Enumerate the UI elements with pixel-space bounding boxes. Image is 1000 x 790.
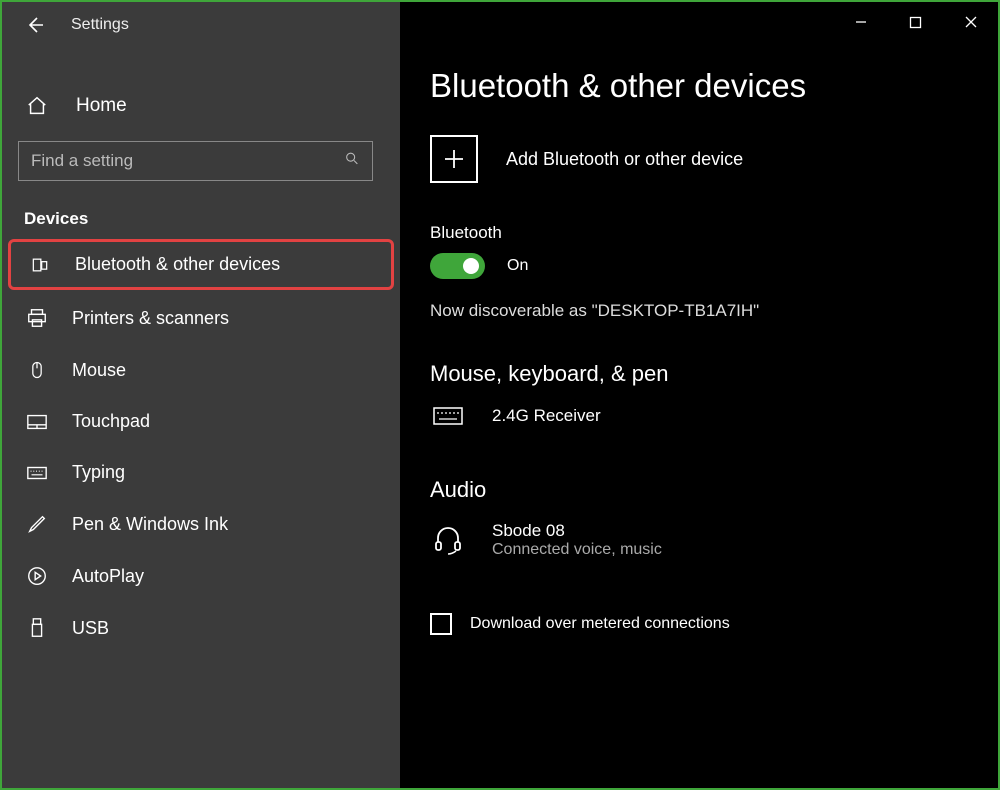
search-input-container — [18, 141, 373, 181]
checkbox-icon — [430, 613, 452, 635]
bluetooth-icon — [27, 255, 53, 275]
close-button[interactable] — [943, 2, 998, 42]
sidebar-item-usb[interactable]: USB — [2, 602, 400, 654]
device-sublabel: Connected voice, music — [492, 541, 662, 559]
plus-icon — [430, 135, 478, 183]
sidebar-item-label: AutoPlay — [72, 566, 144, 587]
maximize-icon — [909, 16, 922, 29]
home-label: Home — [76, 95, 127, 117]
group-audio: Audio — [430, 477, 998, 503]
bluetooth-state: On — [507, 257, 528, 275]
back-button[interactable] — [17, 7, 53, 43]
search-input[interactable] — [31, 142, 332, 180]
device-sbode[interactable]: Sbode 08 Connected voice, music — [430, 521, 998, 559]
metered-label: Download over metered connections — [470, 615, 730, 633]
metered-checkbox-row[interactable]: Download over metered connections — [430, 613, 998, 635]
minimize-icon — [854, 15, 868, 29]
sidebar-item-mouse[interactable]: Mouse — [2, 344, 400, 396]
titlebar-label: Settings — [71, 16, 129, 34]
keyboard-icon — [430, 405, 466, 427]
sidebar-item-label: Pen & Windows Ink — [72, 514, 228, 535]
bluetooth-label: Bluetooth — [430, 223, 998, 243]
keyboard-icon — [24, 465, 50, 481]
pen-icon — [24, 513, 50, 535]
printer-icon — [24, 307, 50, 329]
sidebar-item-label: Touchpad — [72, 411, 150, 432]
headset-icon — [430, 524, 466, 556]
section-label-devices: Devices — [24, 209, 400, 229]
maximize-button[interactable] — [888, 2, 943, 42]
sidebar-item-autoplay[interactable]: AutoPlay — [2, 550, 400, 602]
search-icon — [344, 151, 360, 172]
sidebar-item-touchpad[interactable]: Touchpad — [2, 396, 400, 447]
group-mouse-keyboard-pen: Mouse, keyboard, & pen — [430, 361, 998, 387]
add-device-label: Add Bluetooth or other device — [506, 149, 743, 170]
sidebar-item-label: Printers & scanners — [72, 308, 229, 329]
discoverable-text: Now discoverable as "DESKTOP-TB1A7IH" — [430, 301, 998, 321]
sidebar-item-label: USB — [72, 618, 109, 639]
close-icon — [964, 15, 978, 29]
page-title: Bluetooth & other devices — [430, 67, 998, 105]
bluetooth-toggle[interactable] — [430, 253, 485, 279]
mouse-icon — [24, 359, 50, 381]
home-link[interactable]: Home — [2, 83, 400, 129]
sidebar-item-label: Bluetooth & other devices — [75, 254, 280, 275]
device-receiver[interactable]: 2.4G Receiver — [430, 405, 998, 427]
touchpad-icon — [24, 413, 50, 431]
sidebar-item-bluetooth[interactable]: Bluetooth & other devices — [8, 239, 394, 290]
sidebar-item-pen[interactable]: Pen & Windows Ink — [2, 498, 400, 550]
sidebar-item-typing[interactable]: Typing — [2, 447, 400, 498]
device-label: Sbode 08 — [492, 521, 662, 541]
minimize-button[interactable] — [833, 2, 888, 42]
autoplay-icon — [24, 565, 50, 587]
sidebar-item-printers[interactable]: Printers & scanners — [2, 292, 400, 344]
home-icon — [24, 95, 50, 117]
usb-icon — [24, 617, 50, 639]
sidebar-item-label: Mouse — [72, 360, 126, 381]
sidebar-item-label: Typing — [72, 462, 125, 483]
device-label: 2.4G Receiver — [492, 406, 601, 426]
add-device-button[interactable]: Add Bluetooth or other device — [430, 135, 998, 183]
arrow-left-icon — [25, 15, 45, 35]
